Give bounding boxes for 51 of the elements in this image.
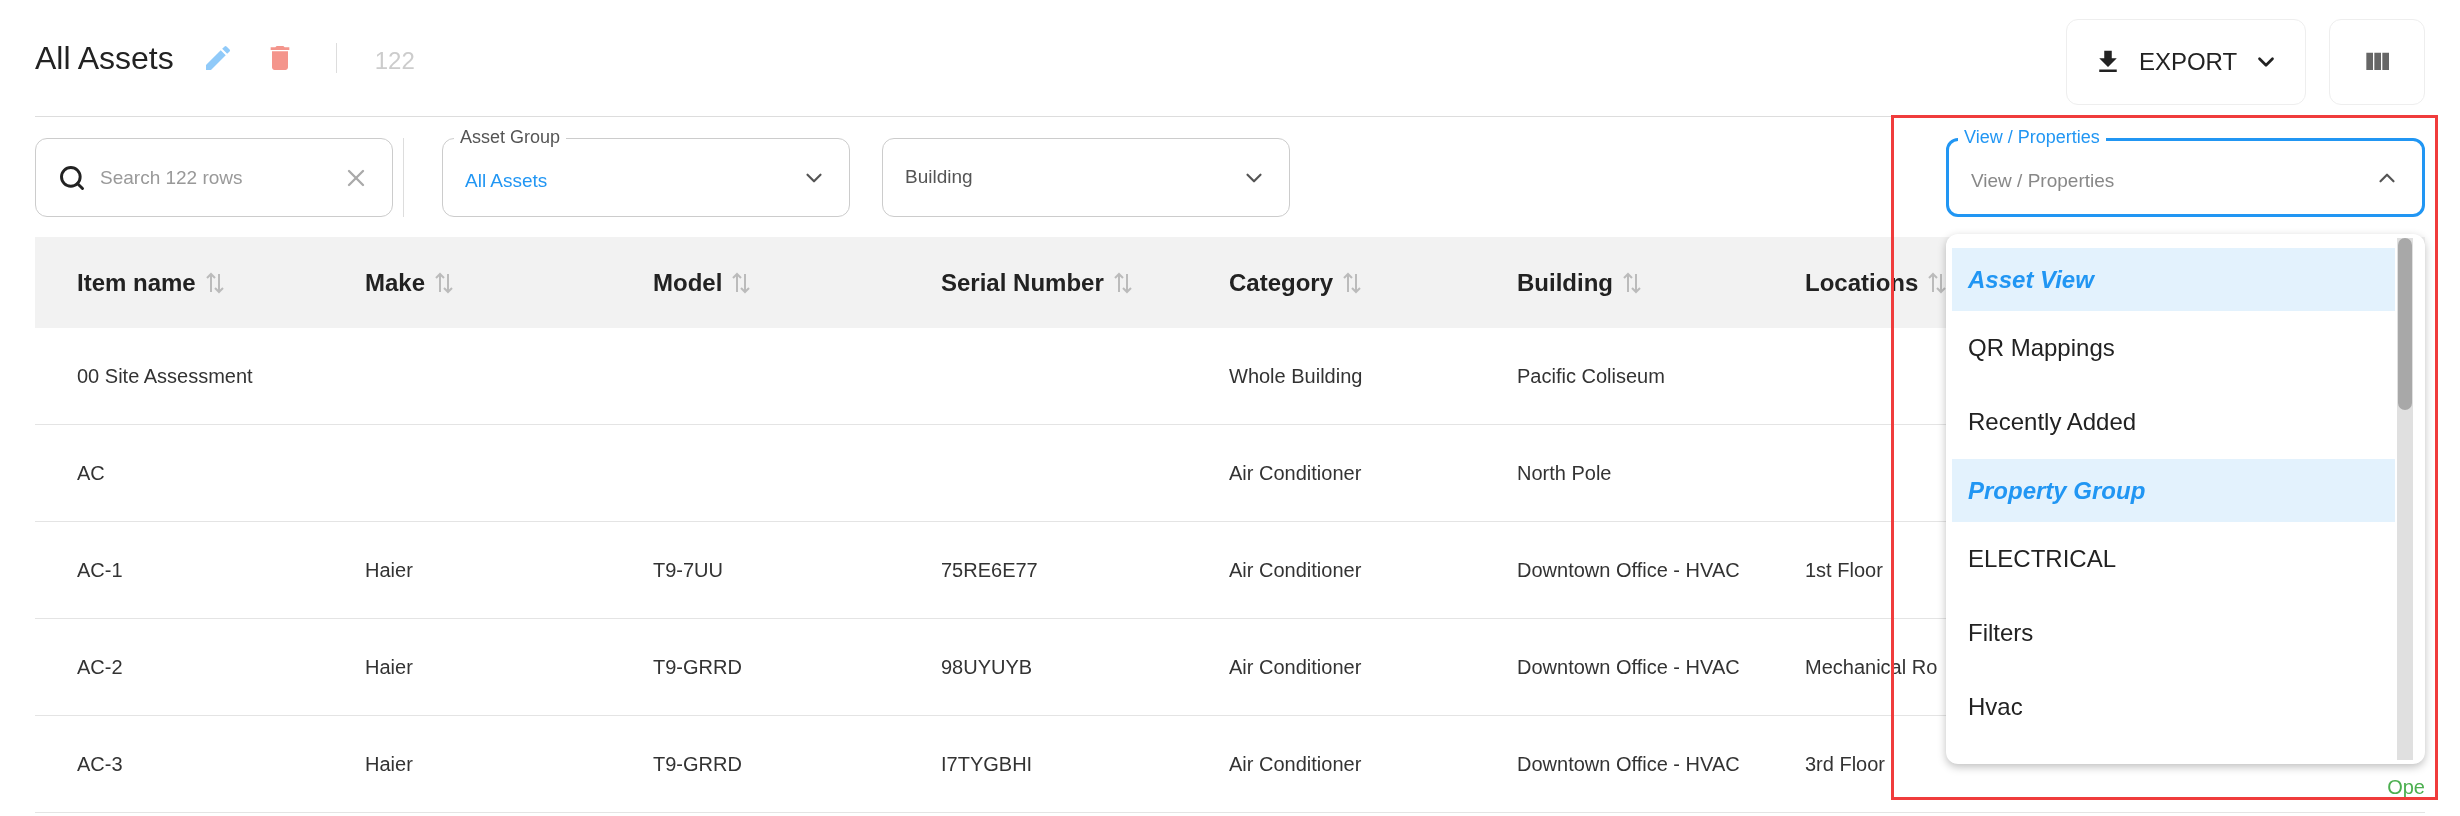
table-cell-text: 3rd Floor	[1805, 752, 1887, 776]
table-cell-text: Downtown Office - HVAC	[1517, 752, 1741, 776]
columns-button[interactable]	[2329, 19, 2425, 105]
table-cell-text: 75RE6E77	[941, 558, 1039, 582]
column-header[interactable]: Serial Number	[941, 268, 1104, 297]
sort-icon[interactable]	[1343, 270, 1362, 295]
table-cell-text: 98UYUYB	[941, 655, 1034, 679]
sort-icon[interactable]	[205, 270, 224, 295]
table-cell-text: Air Conditioner	[1229, 752, 1363, 776]
table-cell-text: AC-3	[77, 752, 124, 776]
table-cell-text: Downtown Office - HVAC	[1517, 655, 1741, 679]
table-cell-text: Whole Building	[1229, 364, 1364, 388]
sort-icon[interactable]	[732, 270, 751, 295]
sort-icon[interactable]	[1113, 270, 1132, 295]
table-cell-text: AC-1	[77, 558, 124, 582]
table-cell-text: Air Conditioner	[1229, 558, 1363, 582]
table-cell-text: T9-GRRD	[653, 752, 743, 776]
sort-icon[interactable]	[435, 270, 454, 295]
table-cell-text: 00 Site Assessment	[77, 364, 254, 388]
table-cell-text: AC-2	[77, 655, 124, 679]
column-header[interactable]: Model	[653, 268, 723, 297]
column-header[interactable]: Item name	[77, 268, 196, 297]
table-cell-text: T9-GRRD	[653, 655, 743, 679]
table-cell-text: Air Conditioner	[1229, 655, 1363, 679]
scrollbar-thumb[interactable]	[2398, 238, 2412, 410]
table-cell-text: Haier	[365, 558, 414, 582]
menu-item[interactable]: Hvac	[1952, 670, 2395, 744]
table-cell-text: I7TYGBHI	[941, 752, 1034, 776]
menu-item[interactable]: Recently Added	[1952, 385, 2395, 459]
column-header[interactable]: Make	[365, 268, 426, 297]
table-cell-text: AC	[77, 461, 106, 485]
filter-select[interactable]: Building	[882, 138, 1290, 217]
status-text: Ope	[2387, 776, 2425, 798]
menu-item[interactable]: QR Mappings	[1952, 311, 2395, 385]
export-button[interactable]: EXPORT	[2066, 19, 2306, 105]
search-field[interactable]: Search 122 rows	[35, 138, 393, 217]
menu-item[interactable]: Filters	[1952, 596, 2395, 670]
table-cell-text: Downtown Office - HVAC	[1517, 558, 1741, 582]
table-cell-text: T9-7UU	[653, 558, 724, 582]
column-header[interactable]: Category	[1229, 268, 1334, 297]
menu-item[interactable]: ELECTRICAL	[1952, 522, 2395, 596]
sort-icon[interactable]	[1623, 270, 1641, 295]
search-icon	[58, 163, 86, 192]
sort-icon[interactable]	[1928, 270, 1947, 295]
table-cell-text: North Pole	[1517, 461, 1613, 485]
table-cell-text: Air Conditioner	[1229, 461, 1363, 485]
page-title: All Assets	[35, 39, 174, 77]
column-header[interactable]: Building	[1517, 268, 1613, 297]
table-cell-text: Haier	[365, 752, 414, 776]
table-cell-text: Haier	[365, 655, 414, 679]
table-cell-text: Pacific Coliseum	[1517, 364, 1666, 388]
